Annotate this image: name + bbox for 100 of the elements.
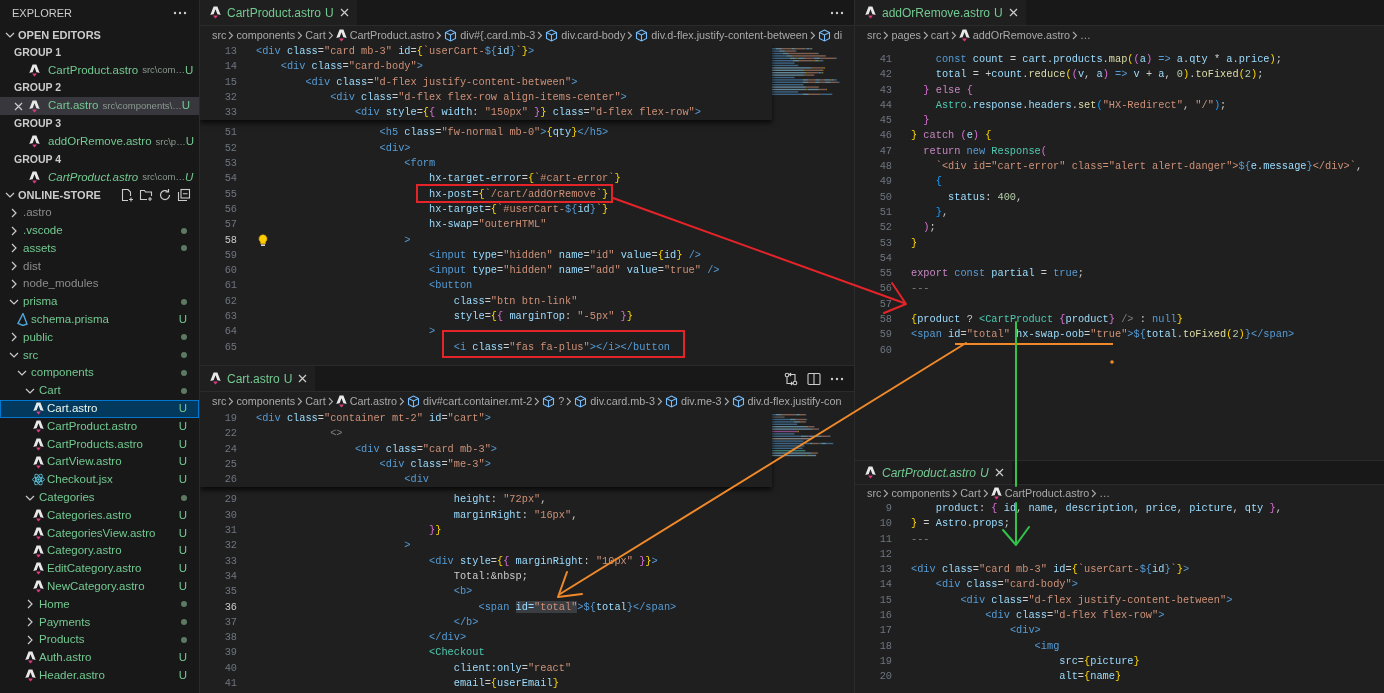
tree-item[interactable]: .vscode (0, 221, 199, 240)
editor-tab[interactable]: addOrRemove.astro U (855, 0, 1026, 25)
open-editor-item[interactable]: CartProduct.astro src\com…U (0, 61, 199, 80)
tree-item[interactable]: Products (0, 631, 199, 649)
tree-item[interactable]: node_modules (0, 275, 199, 293)
breadcrumb-item[interactable]: cart (930, 26, 949, 44)
breadcrumb-item[interactable]: ? (542, 392, 565, 410)
line-number: 33 (223, 553, 237, 569)
code-line: --- (911, 281, 930, 297)
line-number: 29 (223, 492, 237, 508)
editor-tab[interactable]: CartProduct.astro U (200, 0, 357, 25)
breadcrumb-item[interactable]: components (236, 392, 296, 410)
breadcrumb-item[interactable]: Cart (960, 484, 981, 502)
tree-item[interactable]: Cart (0, 381, 199, 400)
breadcrumb-item[interactable]: … (1099, 484, 1111, 502)
tree-item[interactable]: NewCategory.astro U (0, 577, 199, 596)
more-icon[interactable] (173, 11, 187, 15)
breadcrumb-item[interactable]: Cart (305, 26, 326, 44)
breadcrumb-item[interactable]: components (236, 26, 296, 44)
refresh-icon[interactable] (158, 188, 172, 203)
collapse-all-icon[interactable] (177, 188, 191, 203)
breadcrumb-item[interactable]: div.card-body (545, 26, 626, 44)
open-editor-item[interactable]: Cart.astro src\components\…U (0, 97, 199, 115)
breadcrumb-item[interactable]: src (212, 392, 227, 410)
chevron-icon (656, 396, 663, 406)
close-icon[interactable] (994, 468, 1004, 477)
section-header[interactable]: OPEN EDITORS (0, 26, 101, 44)
tree-item[interactable]: .astro (0, 203, 199, 222)
breadcrumb-item[interactable]: src (867, 26, 882, 44)
close-icon[interactable] (14, 101, 23, 111)
code-line: <div> (379, 140, 411, 156)
open-editor-item[interactable]: addOrRemove.astro src\p…U (0, 132, 199, 151)
breadcrumb-item[interactable]: di (817, 26, 843, 44)
new-file-icon[interactable] (120, 188, 134, 203)
line-number: 56 (223, 201, 237, 217)
code-line: src={picture} (1059, 653, 1140, 669)
breadcrumb-item[interactable]: CartProduct.astro (335, 26, 435, 44)
line-number: 55 (878, 266, 892, 282)
tree-item[interactable]: prisma (0, 292, 199, 311)
tree-item[interactable]: public (0, 328, 199, 347)
tree-item[interactable]: CartProduct.astro U (0, 417, 199, 436)
breadcrumb-item[interactable]: src (212, 26, 227, 44)
breadcrumb-item[interactable]: div.me-3 (664, 392, 722, 410)
tree-item[interactable]: CartView.astro U (0, 453, 199, 471)
lightbulb-icon[interactable] (258, 233, 268, 247)
line-number: 59 (878, 327, 892, 343)
chevron-icon (809, 30, 816, 40)
breadcrumb-item[interactable]: div#{.card.mb-3 (444, 26, 536, 44)
breadcrumb-item[interactable]: CartProduct.astro (990, 484, 1090, 502)
tree-item[interactable]: Categories.astro U (0, 506, 199, 525)
section-header[interactable]: ONLINE-STORE (0, 186, 101, 204)
tree-item[interactable]: Auth.astro U (0, 648, 199, 667)
code-line: } = Astro.props; (911, 516, 1010, 532)
editor-tab[interactable]: CartProduct.astro U (855, 461, 1012, 484)
tree-item[interactable]: schema.prisma U (0, 310, 199, 329)
tree-item[interactable]: Home (0, 595, 199, 614)
cube-icon (731, 394, 745, 408)
breadcrumb-item[interactable]: div.d-flex.justify-content-between (635, 26, 808, 44)
breadcrumb-item[interactable]: src (867, 484, 882, 502)
tree-item[interactable]: dist (0, 257, 199, 276)
file-type-icon (32, 526, 44, 540)
compare-icon[interactable] (784, 371, 798, 386)
code-line: <div class="d-flex flex-row"> (985, 608, 1165, 624)
tree-item[interactable]: CartProducts.astro U (0, 435, 199, 454)
breadcrumb-item[interactable]: pages (891, 26, 921, 44)
tree-item[interactable]: src (0, 346, 199, 365)
more-icon[interactable] (830, 10, 844, 15)
code-line: <b> (453, 584, 473, 600)
file-type-icon (32, 419, 44, 433)
tree-item[interactable]: Payments (0, 613, 199, 632)
breadcrumb-item[interactable]: addOrRemove.astro (958, 26, 1071, 44)
close-icon[interactable] (1008, 8, 1018, 17)
line-number: 58 (223, 232, 237, 248)
file-type-icon (29, 99, 40, 113)
breadcrumb-item[interactable]: components (891, 484, 951, 502)
line-number: 49 (878, 174, 892, 190)
new-folder-icon[interactable] (139, 188, 153, 203)
breadcrumb-item[interactable]: div.card.mb-3 (574, 392, 655, 410)
more-icon[interactable] (830, 376, 844, 381)
breadcrumb-item[interactable]: div.d-flex.justify-con (731, 392, 842, 410)
chevron-icon (950, 30, 957, 40)
tree-item[interactable]: Category.astro U (0, 542, 199, 560)
code-line: <span id="total" hx-swap-oob="true">${total.toFixed(2)}</span> (911, 327, 1295, 343)
tree-item[interactable]: Categories (0, 488, 199, 507)
breadcrumb-item[interactable]: Cart (305, 392, 326, 410)
breadcrumb-item[interactable]: div#cart.container.mt-2 (407, 392, 533, 410)
close-icon[interactable] (339, 8, 349, 17)
split-editor-icon[interactable] (807, 371, 821, 386)
tree-item[interactable]: EditCategory.astro U (0, 559, 199, 578)
tree-item[interactable]: Checkout.jsx U (0, 470, 199, 489)
breadcrumb-item[interactable]: … (1080, 26, 1091, 44)
tree-item[interactable]: assets (0, 239, 199, 258)
open-editor-item[interactable]: CartProduct.astro src\com…U (0, 168, 199, 187)
tree-item[interactable]: Header.astro U (0, 666, 199, 685)
tree-item[interactable]: Cart.astro U (0, 399, 199, 418)
tree-item[interactable]: CategoriesView.astro U (0, 524, 199, 543)
tree-item[interactable]: components (0, 364, 199, 382)
breadcrumb-item[interactable]: Cart.astro (335, 392, 398, 410)
editor-tab[interactable]: Cart.astro U (200, 366, 316, 391)
close-icon[interactable] (298, 374, 308, 383)
